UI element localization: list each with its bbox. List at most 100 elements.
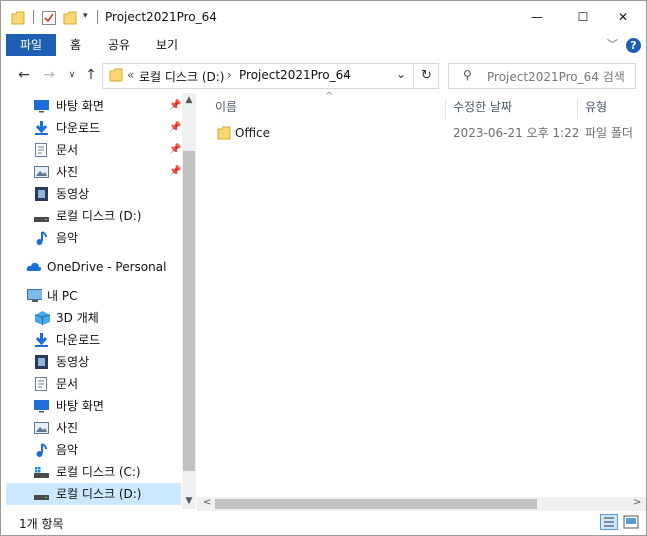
nav-item-downloads[interactable]: 다운로드 📌 bbox=[6, 117, 181, 139]
address-bar[interactable]: « 로컬 디스크 (D:) › Project2021Pro_64 › ⌄ ↻ bbox=[102, 63, 439, 89]
large-icons-view-icon[interactable] bbox=[622, 514, 640, 530]
search-input[interactable]: ⚲ Project2021Pro_64 검색 bbox=[448, 63, 636, 89]
customize-quick-access-icon[interactable]: ▾ bbox=[83, 11, 88, 27]
properties-icon[interactable] bbox=[41, 10, 57, 26]
file-list: ^ 이름 수정한 날짜 유형 Office 2023-06-21 오후 1:22… bbox=[197, 91, 646, 509]
desktop-icon bbox=[34, 100, 49, 113]
column-divider[interactable] bbox=[577, 99, 578, 119]
document-icon bbox=[35, 143, 47, 157]
onedrive-cloud-icon bbox=[26, 262, 41, 271]
title-bar: ▾ Project2021Pro_64 — ☐ ✕ bbox=[1, 1, 646, 33]
drive-icon bbox=[34, 217, 49, 222]
divider bbox=[33, 10, 34, 24]
item-count: 1개 항목 bbox=[19, 517, 64, 531]
nav-item-music[interactable]: 음악 bbox=[6, 439, 181, 461]
pin-icon: 📌 bbox=[169, 122, 182, 133]
sort-ascending-icon: ^ bbox=[325, 91, 334, 102]
search-placeholder: Project2021Pro_64 검색 bbox=[487, 70, 625, 84]
nav-item-documents[interactable]: 문서 📌 bbox=[6, 139, 181, 161]
breadcrumb-separator[interactable]: › bbox=[343, 68, 348, 82]
video-icon bbox=[35, 355, 48, 369]
computer-icon bbox=[27, 289, 42, 302]
document-icon bbox=[35, 377, 47, 391]
folder-icon bbox=[11, 11, 25, 25]
forward-arrow-icon[interactable]: → bbox=[40, 66, 58, 84]
up-arrow-icon[interactable]: ↑ bbox=[82, 66, 100, 84]
nav-item-drive-c[interactable]: 로컬 디스크 (C:) bbox=[6, 461, 181, 483]
3d-objects-icon bbox=[35, 311, 50, 325]
column-divider[interactable] bbox=[445, 99, 446, 119]
nav-item-this-pc[interactable]: 내 PC bbox=[6, 285, 181, 307]
download-icon bbox=[35, 333, 48, 347]
scrollbar-thumb[interactable] bbox=[215, 499, 537, 509]
expand-ribbon-icon[interactable]: ﹀ bbox=[607, 36, 618, 52]
column-header-modified[interactable]: 수정한 날짜 bbox=[453, 97, 512, 117]
nav-item-pictures[interactable]: 사진 📌 bbox=[6, 161, 181, 183]
horizontal-scrollbar[interactable]: < > bbox=[197, 497, 646, 511]
breadcrumb-folder[interactable]: Project2021Pro_64 bbox=[239, 68, 351, 82]
tab-share[interactable]: 공유 bbox=[108, 34, 130, 56]
pictures-icon bbox=[34, 422, 49, 434]
nav-item-videos[interactable]: 동영상 bbox=[6, 351, 181, 373]
pin-icon: 📌 bbox=[169, 100, 182, 111]
folder-icon bbox=[109, 68, 123, 82]
details-view-icon[interactable] bbox=[600, 514, 618, 530]
explorer-window: ▾ Project2021Pro_64 — ☐ ✕ 파일 홈 공유 보기 ﹀ ?… bbox=[0, 0, 647, 536]
refresh-icon[interactable]: ↻ bbox=[413, 64, 439, 88]
recent-locations-icon[interactable]: ∨ bbox=[63, 66, 81, 84]
scroll-right-icon[interactable]: > bbox=[633, 497, 641, 508]
ribbon-tabs: 파일 홈 공유 보기 ﹀ ? bbox=[1, 33, 646, 57]
nav-item-documents[interactable]: 문서 bbox=[6, 373, 181, 395]
help-icon[interactable]: ? bbox=[626, 38, 641, 53]
scroll-left-icon[interactable]: < bbox=[203, 497, 211, 508]
tab-home[interactable]: 홈 bbox=[70, 34, 81, 56]
tab-view[interactable]: 보기 bbox=[156, 34, 178, 56]
desktop-icon bbox=[34, 400, 49, 413]
file-name: Office bbox=[235, 126, 271, 140]
file-row[interactable]: Office 2023-06-21 오후 1:22 파일 폴더 bbox=[207, 122, 642, 144]
address-dropdown-icon[interactable]: ⌄ bbox=[391, 67, 411, 81]
drive-icon bbox=[34, 495, 49, 500]
overflow-crumbs[interactable]: « bbox=[127, 68, 134, 82]
column-header-name[interactable]: 이름 bbox=[215, 97, 237, 117]
nav-item-drive-d[interactable]: 로컬 디스크 (D:) bbox=[6, 483, 181, 505]
music-icon bbox=[36, 231, 47, 245]
breadcrumb-separator[interactable]: › bbox=[227, 68, 232, 82]
navigation-pane: 바탕 화면 📌 다운로드 📌 문서 📌 사진 📌 동영상 로컬 디스크 (D:) bbox=[1, 93, 197, 509]
back-arrow-icon[interactable]: ← bbox=[15, 66, 33, 84]
nav-item-3d-objects[interactable]: 3D 개체 bbox=[6, 307, 181, 329]
pin-icon: 📌 bbox=[169, 144, 182, 155]
video-icon bbox=[35, 187, 48, 201]
folder-icon bbox=[217, 126, 231, 140]
breadcrumb-drive[interactable]: 로컬 디스크 (D:) bbox=[139, 68, 224, 85]
file-type: 파일 폴더 bbox=[585, 126, 633, 140]
divider bbox=[97, 10, 98, 24]
pin-icon: 📌 bbox=[169, 166, 182, 177]
status-bar: 1개 항목 bbox=[1, 511, 646, 535]
minimize-button[interactable]: — bbox=[514, 1, 560, 33]
windows-drive-icon bbox=[34, 467, 49, 478]
nav-item-desktop[interactable]: 바탕 화면 bbox=[6, 395, 181, 417]
nav-scrollbar[interactable]: ▲ ▼ bbox=[182, 93, 196, 509]
nav-item-drive-d[interactable]: 로컬 디스크 (D:) bbox=[6, 205, 181, 227]
navigation-bar: ← → ∨ ↑ « 로컬 디스크 (D:) › Project2021Pro_6… bbox=[1, 57, 646, 93]
search-icon: ⚲ bbox=[463, 68, 472, 82]
nav-item-onedrive[interactable]: OneDrive - Personal bbox=[6, 256, 181, 278]
nav-item-pictures[interactable]: 사진 bbox=[6, 417, 181, 439]
tab-file[interactable]: 파일 bbox=[6, 34, 56, 56]
new-folder-icon[interactable] bbox=[63, 10, 77, 26]
file-modified: 2023-06-21 오후 1:22 bbox=[453, 126, 580, 140]
nav-item-downloads[interactable]: 다운로드 bbox=[6, 329, 181, 351]
nav-item-music[interactable]: 음악 bbox=[6, 227, 181, 249]
column-header-type[interactable]: 유형 bbox=[585, 97, 607, 117]
window-title: Project2021Pro_64 bbox=[105, 10, 217, 24]
scroll-down-icon[interactable]: ▼ bbox=[182, 496, 196, 506]
nav-item-videos[interactable]: 동영상 bbox=[6, 183, 181, 205]
close-button[interactable]: ✕ bbox=[600, 1, 646, 33]
download-icon bbox=[35, 121, 48, 135]
music-icon bbox=[36, 443, 47, 457]
scroll-up-icon[interactable]: ▲ bbox=[182, 95, 196, 105]
nav-item-desktop[interactable]: 바탕 화면 📌 bbox=[6, 95, 181, 117]
scrollbar-thumb[interactable] bbox=[183, 151, 195, 471]
pictures-icon bbox=[34, 166, 49, 178]
